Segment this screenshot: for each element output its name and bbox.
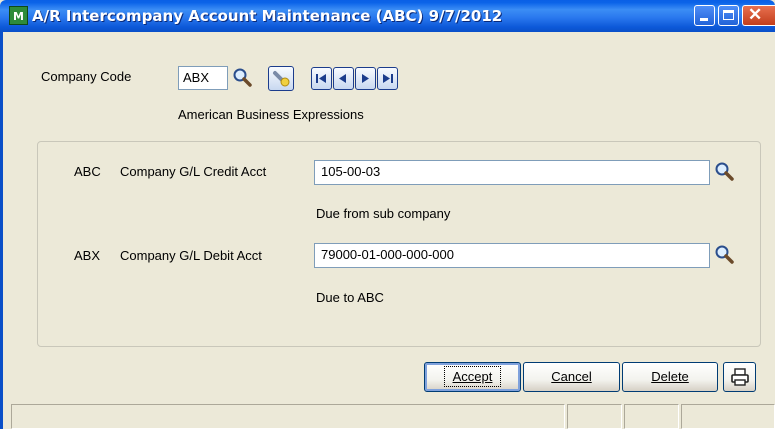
debit-acct-input[interactable]: 79000-01-000-000-000 (314, 243, 710, 268)
credit-acct-lookup-icon[interactable] (713, 161, 735, 183)
maximize-button[interactable] (718, 5, 739, 26)
app-window: M A/R Intercompany Account Maintenance (… (0, 0, 775, 429)
next-icon (362, 74, 369, 83)
note-button[interactable] (268, 66, 294, 91)
pencil-note-icon (273, 71, 290, 87)
last-icon (383, 74, 393, 83)
status-panel-main (11, 404, 565, 429)
debit-acct-lookup-icon[interactable] (713, 244, 735, 266)
window-title: A/R Intercompany Account Maintenance (AB… (32, 7, 503, 25)
credit-acct-label: Company G/L Credit Acct (120, 164, 267, 179)
debit-company-code: ABX (74, 248, 101, 263)
close-icon: ✕ (748, 5, 763, 24)
close-button[interactable]: ✕ (742, 5, 775, 26)
minimize-button[interactable] (694, 5, 715, 26)
previous-record-button[interactable] (333, 67, 354, 90)
title-bar[interactable]: M A/R Intercompany Account Maintenance (… (0, 0, 775, 32)
first-record-button[interactable] (311, 67, 332, 90)
status-bar (3, 402, 775, 429)
printer-icon (730, 368, 749, 386)
company-lookup-icon[interactable] (231, 67, 253, 89)
company-name: American Business Expressions (178, 107, 364, 122)
print-button[interactable] (723, 362, 756, 392)
status-panel-4 (681, 404, 775, 429)
first-icon (316, 74, 326, 83)
debit-acct-description: Due to ABC (316, 290, 384, 305)
window-border (0, 32, 3, 429)
app-icon: M (9, 6, 28, 25)
status-panel-3 (624, 404, 679, 429)
company-code-label: Company Code (41, 69, 132, 84)
previous-icon (339, 74, 346, 83)
credit-acct-input[interactable]: 105-00-03 (314, 160, 710, 185)
accept-button[interactable]: Accept (424, 362, 521, 392)
cancel-button[interactable]: Cancel (523, 362, 620, 392)
status-panel-2 (567, 404, 622, 429)
credit-company-code: ABC (74, 164, 101, 179)
accept-button-label: Accept (443, 366, 502, 387)
company-code-input[interactable]: ABX (178, 66, 228, 90)
next-record-button[interactable] (355, 67, 376, 90)
delete-button[interactable]: Delete (622, 362, 718, 392)
last-record-button[interactable] (377, 67, 398, 90)
debit-acct-label: Company G/L Debit Acct (120, 248, 262, 263)
credit-acct-description: Due from sub company (316, 206, 451, 221)
